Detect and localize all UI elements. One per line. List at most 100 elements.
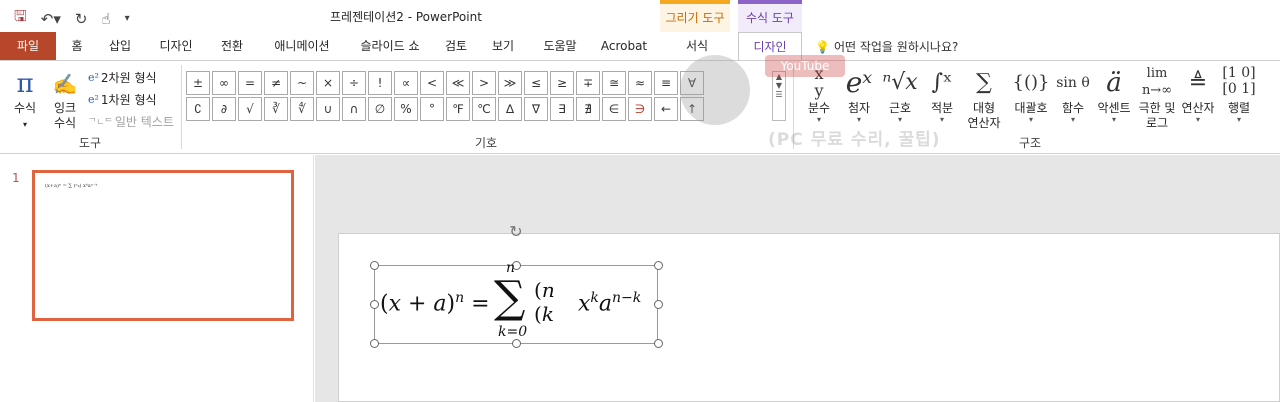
symbol-union[interactable]: ∪ (316, 97, 340, 121)
radical-button[interactable]: ⁿ√x 근호 ▾ (880, 65, 920, 124)
chevron-down-icon: ▾ (939, 115, 944, 124)
tab-animations[interactable]: 애니메이션 (264, 32, 340, 60)
binomial-equation[interactable]: (x + a)n = ∑ n k=0 (n (k xkan−k (380, 260, 660, 346)
tab-design[interactable]: 디자인 (152, 32, 200, 60)
slide-thumbnail-pane: 1 (x+a)ⁿ = ∑ (ⁿₖ) xᵏaⁿ⁻ᵏ (0, 155, 314, 402)
symbol-increment[interactable]: ∆ (498, 97, 522, 121)
symbol-contains[interactable]: ∋ (628, 97, 652, 121)
linear-format-button[interactable]: e² 1차원 형식 (88, 91, 157, 108)
symbol-exists[interactable]: ∃ (550, 97, 574, 121)
slide-number: 1 (12, 171, 20, 185)
chevron-down-icon: ▾ (1195, 115, 1200, 124)
rotate-handle-icon[interactable]: ↻ (507, 223, 525, 241)
symbol-equals[interactable]: = (238, 71, 262, 95)
tab-format[interactable]: 서식 (676, 32, 718, 60)
large-operator-label-2: 연산자 (967, 116, 1001, 130)
symbol-fahrenheit[interactable]: ℉ (446, 97, 470, 121)
tab-home[interactable]: 홈 (62, 32, 92, 60)
equation-button[interactable]: π 수식 ▾ (8, 67, 42, 132)
symbol-identical[interactable]: ≡ (654, 71, 678, 95)
symbol-empty-set[interactable]: ∅ (368, 97, 392, 121)
integral-button[interactable]: ∫ˣ 적분 ▾ (922, 65, 962, 124)
script-button[interactable]: eˣ 첨자 ▾ (840, 65, 878, 124)
function-icon: sin θ (1056, 75, 1090, 91)
symbol-sqrt[interactable]: √ (238, 97, 262, 121)
limit-log-button[interactable]: lim n→∞ 극한 및 로그 (1136, 65, 1178, 131)
tell-me-text: 어떤 작업을 원하시나요? (833, 40, 959, 54)
equation-sum-upper: n (506, 260, 516, 276)
symbol-not-exists[interactable]: ∄ (576, 97, 600, 121)
resize-handle[interactable] (370, 261, 379, 270)
symbol-element-of[interactable]: ∈ (602, 97, 626, 121)
normal-text-button[interactable]: ᄀㄴᄃ 일반 텍스트 (88, 113, 174, 130)
ink-equation-button[interactable]: ✍ 잉크 수식 (48, 67, 82, 131)
symbol-celsius[interactable]: ℃ (472, 97, 496, 121)
symbol-partial[interactable]: ∂ (212, 97, 236, 121)
symbol-intersection[interactable]: ∩ (342, 97, 366, 121)
professional-format-button[interactable]: e² 2차원 형식 (88, 69, 157, 86)
symbol-nabla[interactable]: ∇ (524, 97, 548, 121)
large-operator-label-1: 대형 (972, 101, 996, 115)
sum-icon: ∑ (976, 70, 992, 95)
tab-file[interactable]: 파일 (0, 32, 56, 60)
limit-icon: lim n→∞ (1141, 66, 1173, 98)
symbol-minus-plus[interactable]: ∓ (576, 71, 600, 95)
tab-help[interactable]: 도움말 (536, 32, 584, 60)
symbol-divide[interactable]: ÷ (342, 71, 366, 95)
resize-handle[interactable] (370, 339, 379, 348)
bracket-button[interactable]: {()} 대괄호 ▾ (1010, 65, 1052, 124)
symbol-up-arrow[interactable]: ↑ (680, 97, 704, 121)
touch-mode-icon[interactable]: ☝ (101, 10, 110, 28)
undo-icon[interactable]: ↶▾ (41, 10, 61, 28)
resize-handle[interactable] (370, 300, 379, 309)
tab-transitions[interactable]: 전환 (212, 32, 252, 60)
symbol-gallery-scroll[interactable]: ▲ ▼ ☰ (772, 71, 786, 121)
save-icon[interactable]: 🖫 (14, 6, 27, 31)
tab-insert[interactable]: 삽입 (102, 32, 138, 60)
large-operator-button[interactable]: ∑ 대형 연산자 (962, 65, 1006, 131)
equation-binomial: (n (k (534, 278, 555, 326)
tab-review[interactable]: 검토 (438, 32, 474, 60)
ink-label-2: 수식 (53, 116, 77, 130)
symbol-infinity[interactable]: ∞ (212, 71, 236, 95)
symbol-less-equal[interactable]: ≤ (524, 71, 548, 95)
symbol-factorial[interactable]: ! (368, 71, 392, 95)
redo-icon[interactable]: ↻ (75, 10, 88, 28)
thumbnail-equation: (x+a)ⁿ = ∑ (ⁿₖ) xᵏaⁿ⁻ᵏ (45, 183, 98, 189)
symbol-proportional[interactable]: ∝ (394, 71, 418, 95)
radical-label: 근호 (888, 101, 912, 115)
symbol-degree[interactable]: ° (420, 97, 444, 121)
symbol-congruent[interactable]: ≅ (602, 71, 626, 95)
symbol-tilde[interactable]: ~ (290, 71, 314, 95)
accent-button[interactable]: ä 악센트 ▾ (1094, 65, 1134, 124)
tab-acrobat[interactable]: Acrobat (598, 32, 650, 60)
symbol-times[interactable]: × (316, 71, 340, 95)
fraction-button[interactable]: xy 분수 ▾ (800, 65, 838, 124)
symbol-greater-equal[interactable]: ≥ (550, 71, 574, 95)
function-button[interactable]: sin θ 함수 ▾ (1054, 65, 1092, 124)
symbol-complement[interactable]: ∁ (186, 97, 210, 121)
tab-slideshow[interactable]: 슬라이드 쇼 (350, 32, 430, 60)
matrix-button[interactable]: [1 0] [0 1] 행렬 ▾ (1220, 65, 1258, 124)
symbols-group-label: 기호 (474, 136, 498, 150)
tell-me-box[interactable]: 💡 어떤 작업을 원하시나요? (815, 38, 958, 55)
symbol-approx[interactable]: ≈ (628, 71, 652, 95)
symbol-much-greater[interactable]: ≫ (498, 71, 522, 95)
symbol-not-equal[interactable]: ≠ (264, 71, 288, 95)
symbol-fourth-root[interactable]: ∜ (290, 97, 314, 121)
symbol-much-less[interactable]: ≪ (446, 71, 470, 95)
slide-thumbnail[interactable]: (x+a)ⁿ = ∑ (ⁿₖ) xᵏaⁿ⁻ᵏ (32, 170, 294, 321)
symbol-left-arrow[interactable]: ← (654, 97, 678, 121)
customize-icon[interactable]: ▾ (125, 13, 130, 24)
symbol-greater-than[interactable]: > (472, 71, 496, 95)
tab-view[interactable]: 보기 (485, 32, 521, 60)
operator-button[interactable]: ≜ 연산자 ▾ (1178, 65, 1218, 124)
symbol-percent[interactable]: % (394, 97, 418, 121)
symbol-less-than[interactable]: < (420, 71, 444, 95)
tab-equation-design[interactable]: 디자인 (738, 32, 802, 61)
symbol-plus-minus[interactable]: ± (186, 71, 210, 95)
symbol-for-all[interactable]: ∀ (680, 71, 704, 95)
symbol-cube-root[interactable]: ∛ (264, 97, 288, 121)
quick-access-toolbar: 🖫 ↶▾ ↻ ☝ ▾ (14, 6, 130, 31)
